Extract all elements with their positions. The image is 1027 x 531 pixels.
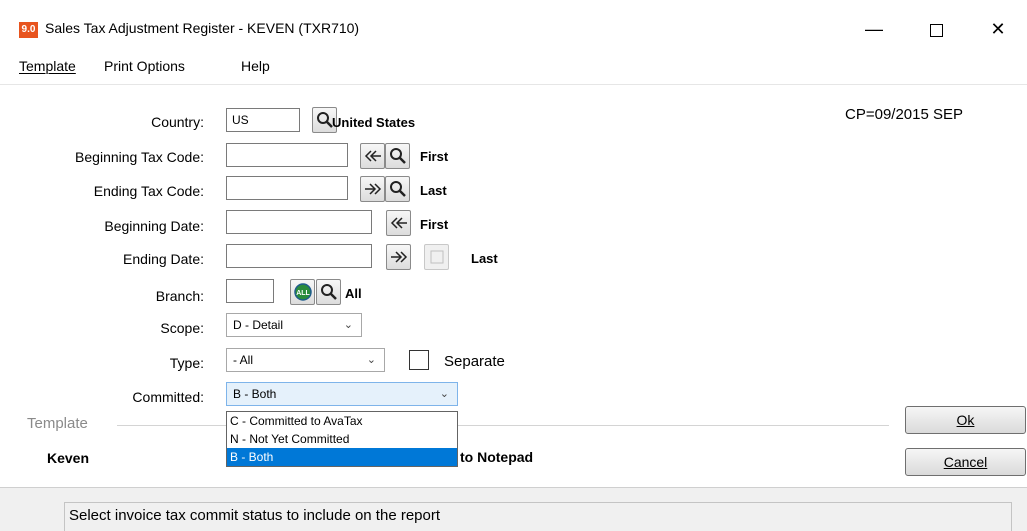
ok-button[interactable]: Ok <box>905 406 1026 434</box>
menu-help-label: Help <box>241 58 270 74</box>
current-period: CP=09/2015 SEP <box>845 106 964 123</box>
beginning-tax-code-label: Beginning Tax Code: <box>75 149 204 165</box>
beginning-tax-code-lookup-button[interactable] <box>385 143 410 169</box>
dropdown-option-both[interactable]: B - Both <box>227 448 457 466</box>
committed-dropdown-list: C - Committed to AvaTax N - Not Yet Comm… <box>226 411 458 467</box>
close-icon: ✕ <box>990 19 1006 39</box>
search-icon <box>316 112 333 128</box>
first-date-button[interactable] <box>386 210 411 236</box>
beginning-date-hint: First <box>420 217 449 232</box>
double-right-arrow-icon <box>364 183 381 195</box>
ending-tax-code-hint: Last <box>420 183 447 198</box>
search-icon <box>389 181 406 197</box>
branch-label: Branch: <box>155 288 204 304</box>
branch-lookup-button[interactable] <box>316 279 341 305</box>
committed-value: B - Both <box>233 387 277 401</box>
template-name: Keven <box>47 450 90 466</box>
separate-checkbox[interactable] <box>409 350 429 370</box>
beginning-date-input[interactable] <box>226 210 372 234</box>
branch-hint: All <box>345 286 362 301</box>
ending-date-input[interactable] <box>226 244 372 268</box>
maximize-icon <box>929 23 943 37</box>
template-group-label: Template <box>27 415 88 432</box>
window-title: Sales Tax Adjustment Register - KEVEN (T… <box>45 20 360 36</box>
globe-icon: ALL <box>293 283 312 301</box>
dropdown-option-not-committed[interactable]: N - Not Yet Committed <box>227 430 457 448</box>
print-to-notepad-text[interactable]: to Notepad <box>460 449 533 465</box>
menu-template[interactable]: Template <box>19 58 76 74</box>
branch-input[interactable] <box>226 279 274 303</box>
beginning-date-label: Beginning Date: <box>104 218 204 234</box>
country-label: Country: <box>151 114 204 130</box>
menu-help[interactable]: Help <box>241 58 270 74</box>
scope-value: D - Detail <box>233 318 284 332</box>
search-icon <box>320 284 337 300</box>
chevron-down-icon: ⌄ <box>439 388 449 400</box>
menu-print-options[interactable]: Print Options <box>104 58 185 74</box>
ending-tax-code-input[interactable] <box>226 176 348 200</box>
ending-tax-code-lookup-button[interactable] <box>385 176 410 202</box>
cancel-label: Cancel <box>943 454 988 470</box>
cancel-button[interactable]: Cancel <box>905 448 1026 476</box>
type-select[interactable]: - All ⌄ <box>226 348 385 372</box>
status-message: Select invoice tax commit status to incl… <box>64 502 1012 531</box>
country-name: United States <box>332 115 416 130</box>
scope-select[interactable]: D - Detail ⌄ <box>226 313 362 337</box>
menu-separator <box>0 84 1027 85</box>
minimize-button[interactable]: — <box>854 14 894 44</box>
ok-label: Ok <box>956 412 975 428</box>
close-button[interactable]: ✕ <box>978 14 1018 44</box>
menu-print-options-label: Print Options <box>104 58 185 74</box>
minimize-icon: — <box>865 19 883 39</box>
last-date-button[interactable] <box>386 244 411 270</box>
app-icon: 9.0 <box>19 22 38 38</box>
double-left-arrow-icon <box>364 150 381 162</box>
menu-bar: Template Print Options Help <box>0 56 1027 80</box>
maximize-button[interactable] <box>916 14 956 44</box>
dropdown-option-committed[interactable]: C - Committed to AvaTax <box>227 412 457 430</box>
committed-select[interactable]: B - Both ⌄ <box>226 382 458 406</box>
chevron-down-icon: ⌄ <box>366 354 376 366</box>
beginning-tax-code-input[interactable] <box>226 143 348 167</box>
double-left-arrow-icon <box>390 217 407 229</box>
beginning-tax-code-hint: First <box>420 149 449 164</box>
separate-label: Separate <box>444 353 505 370</box>
first-button[interactable] <box>360 143 385 169</box>
committed-label: Committed: <box>132 389 204 405</box>
double-right-arrow-icon <box>390 251 407 263</box>
menu-template-label: Template <box>19 58 76 74</box>
ending-date-hint: Last <box>471 251 498 266</box>
ending-tax-code-label: Ending Tax Code: <box>93 183 204 199</box>
type-value: - All <box>233 353 254 367</box>
scope-label: Scope: <box>160 320 204 336</box>
title-bar: 9.0 Sales Tax Adjustment Register - KEVE… <box>0 0 1027 56</box>
ending-date-label: Ending Date: <box>123 251 204 267</box>
type-label: Type: <box>169 355 204 371</box>
last-button[interactable] <box>360 176 385 202</box>
svg-text:ALL: ALL <box>296 290 310 297</box>
calendar-button[interactable] <box>424 244 449 270</box>
chevron-down-icon: ⌄ <box>343 319 353 331</box>
country-input[interactable]: US <box>226 108 300 132</box>
calendar-icon <box>430 250 443 264</box>
all-branches-button[interactable]: ALL <box>290 279 315 305</box>
search-icon <box>389 148 406 164</box>
